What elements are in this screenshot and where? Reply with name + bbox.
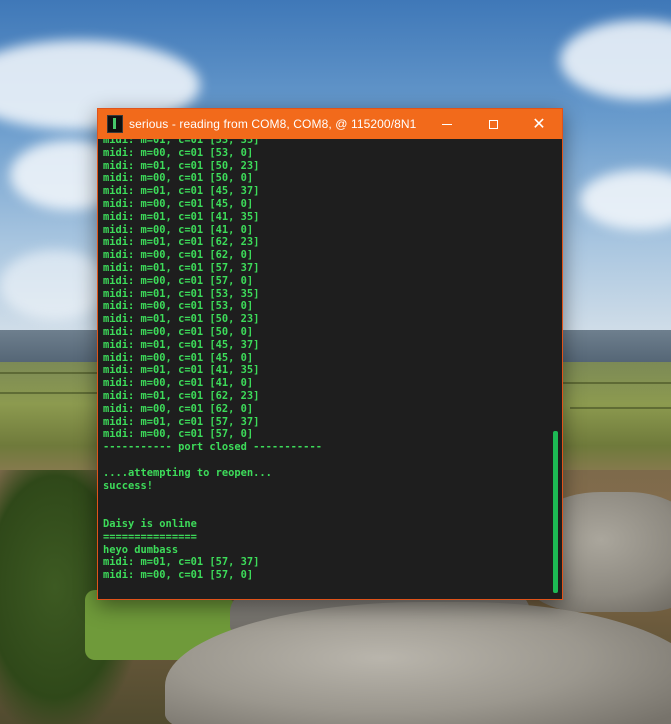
console-line: midi: m=00, c=01 [62, 0] <box>103 402 254 415</box>
terminal-app-icon[interactable] <box>107 115 123 133</box>
console-line: midi: m=00, c=01 [57, 0] <box>103 569 254 582</box>
window-title: serious - reading from COM8, COM8, @ 115… <box>129 117 417 131</box>
console-line: midi: m=01, c=01 [53, 35] <box>103 287 260 300</box>
close-icon: ✕ <box>532 114 546 133</box>
console-line: midi: m=00, c=01 [57, 0] <box>103 274 254 287</box>
console-lines: midi: m=01, c=01 [53, 35] midi: m=00, c=0… <box>103 139 543 582</box>
minimize-icon <box>442 123 452 125</box>
console-line: midi: m=00, c=01 [41, 0] <box>103 377 254 390</box>
console-line: midi: m=01, c=01 [50, 23] <box>103 313 260 326</box>
maximize-button[interactable] <box>470 109 516 139</box>
console-line: midi: m=00, c=01 [41, 0] <box>103 223 254 236</box>
console-line: midi: m=01, c=01 [45, 37] <box>103 338 260 351</box>
console-line: midi: m=01, c=01 [41, 35] <box>103 364 260 377</box>
console-line: heyo dumbass <box>103 543 179 556</box>
console-output[interactable]: midi: m=01, c=01 [53, 35] midi: m=00, c=0… <box>98 139 562 599</box>
console-line: midi: m=01, c=01 [53, 35] <box>103 139 260 146</box>
console-line: success! <box>103 479 154 492</box>
console-line: midi: m=00, c=01 [53, 0] <box>103 146 254 159</box>
window-titlebar[interactable]: serious - reading from COM8, COM8, @ 115… <box>98 109 562 139</box>
console-line: midi: m=01, c=01 [62, 23] <box>103 236 260 249</box>
console-line: midi: m=01, c=01 [57, 37] <box>103 261 260 274</box>
wallpaper-cloud <box>0 250 110 320</box>
console-line: midi: m=01, c=01 [41, 35] <box>103 210 260 223</box>
console-line: midi: m=00, c=01 [50, 0] <box>103 325 254 338</box>
console-line: midi: m=00, c=01 [45, 0] <box>103 197 254 210</box>
console-line: midi: m=01, c=01 [50, 23] <box>103 159 260 172</box>
console-line: midi: m=01, c=01 [57, 37] <box>103 556 260 569</box>
console-line: midi: m=01, c=01 [57, 37] <box>103 415 260 428</box>
terminal-window[interactable]: serious - reading from COM8, COM8, @ 115… <box>97 108 563 600</box>
console-line: ----------- port closed ----------- <box>103 441 322 454</box>
close-button[interactable]: ✕ <box>516 109 562 139</box>
console-line: midi: m=01, c=01 [62, 23] <box>103 389 260 402</box>
minimize-button[interactable] <box>424 109 470 139</box>
console-line: Daisy is online <box>103 517 197 530</box>
field-boundary <box>560 382 671 384</box>
field-boundary <box>570 407 671 409</box>
scrollbar-thumb[interactable] <box>553 431 558 593</box>
field-boundary <box>0 372 100 374</box>
field-boundary <box>0 392 97 394</box>
maximize-icon <box>488 119 498 129</box>
console-line: midi: m=00, c=01 [53, 0] <box>103 300 254 313</box>
console-line: midi: m=01, c=01 [45, 37] <box>103 185 260 198</box>
console-line: midi: m=00, c=01 [62, 0] <box>103 249 254 262</box>
console-line: midi: m=00, c=01 [45, 0] <box>103 351 254 364</box>
console-line: midi: m=00, c=01 [50, 0] <box>103 172 254 185</box>
console-line: =============== <box>103 530 197 543</box>
console-line: midi: m=00, c=01 [57, 0] <box>103 428 254 441</box>
console-line: ....attempting to reopen... <box>103 466 272 479</box>
